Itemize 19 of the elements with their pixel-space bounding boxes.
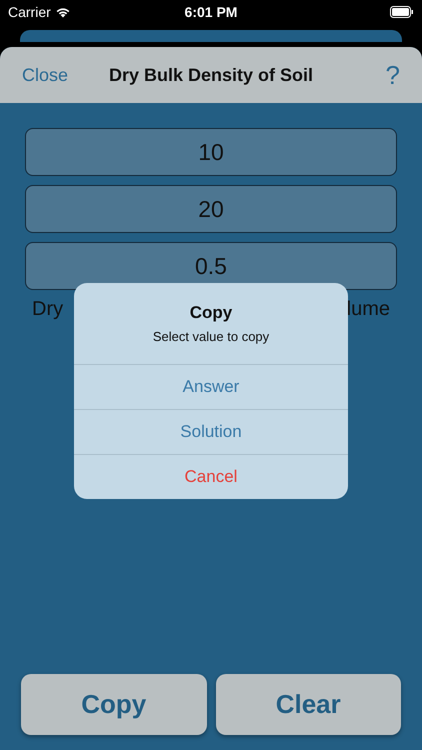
input-field[interactable]: 20: [25, 185, 397, 233]
alert-action[interactable]: Solution: [74, 409, 348, 454]
action-button[interactable]: Copy: [21, 674, 206, 735]
alert-action[interactable]: Answer: [74, 364, 348, 409]
close-button[interactable]: Close: [22, 64, 68, 86]
input-field[interactable]: 0.5: [25, 242, 397, 290]
input-field[interactable]: 10: [25, 128, 397, 176]
result-label: Dry: [32, 298, 64, 321]
wifi-icon: [54, 6, 71, 18]
help-button[interactable]: ?: [386, 60, 400, 90]
battery-icon: [390, 6, 414, 18]
alert-title: Copy: [190, 303, 232, 323]
result-label: lume: [346, 298, 390, 321]
screen-title: Dry Bulk Density of Soil: [108, 64, 314, 84]
alert-message: Select value to copy: [152, 329, 270, 344]
carrier-label: Carrier: [8, 4, 51, 20]
clock-time: 6:01 PM: [184, 4, 238, 20]
action-button[interactable]: Clear: [216, 674, 401, 735]
alert-action[interactable]: Cancel: [74, 454, 348, 499]
